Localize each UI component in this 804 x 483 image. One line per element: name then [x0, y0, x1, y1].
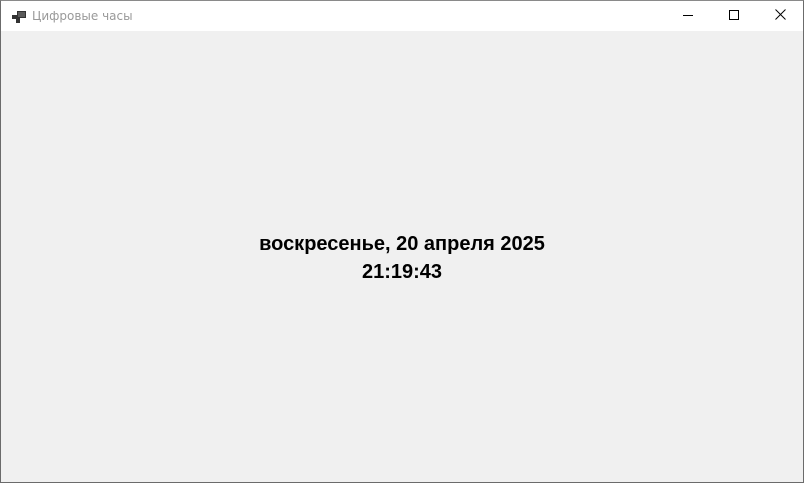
- client-area: воскресенье, 20 апреля 2025 21:19:43: [1, 31, 803, 482]
- close-icon: [774, 7, 786, 25]
- clock-label: воскресенье, 20 апреля 2025 21:19:43: [1, 230, 803, 286]
- title-bar[interactable]: Цифровые часы: [1, 1, 803, 31]
- maximize-button[interactable]: [711, 1, 757, 31]
- date-text: воскресенье, 20 апреля 2025: [259, 233, 545, 255]
- app-icon: [12, 10, 26, 23]
- minimize-button[interactable]: [665, 1, 711, 31]
- app-window: Цифровые часы воскресенье, 20 апреля 202…: [0, 0, 804, 483]
- time-text: 21:19:43: [361, 261, 443, 283]
- close-button[interactable]: [757, 1, 803, 31]
- minimize-icon: [683, 7, 693, 25]
- window-title: Цифровые часы: [32, 9, 133, 23]
- maximize-icon: [729, 7, 739, 25]
